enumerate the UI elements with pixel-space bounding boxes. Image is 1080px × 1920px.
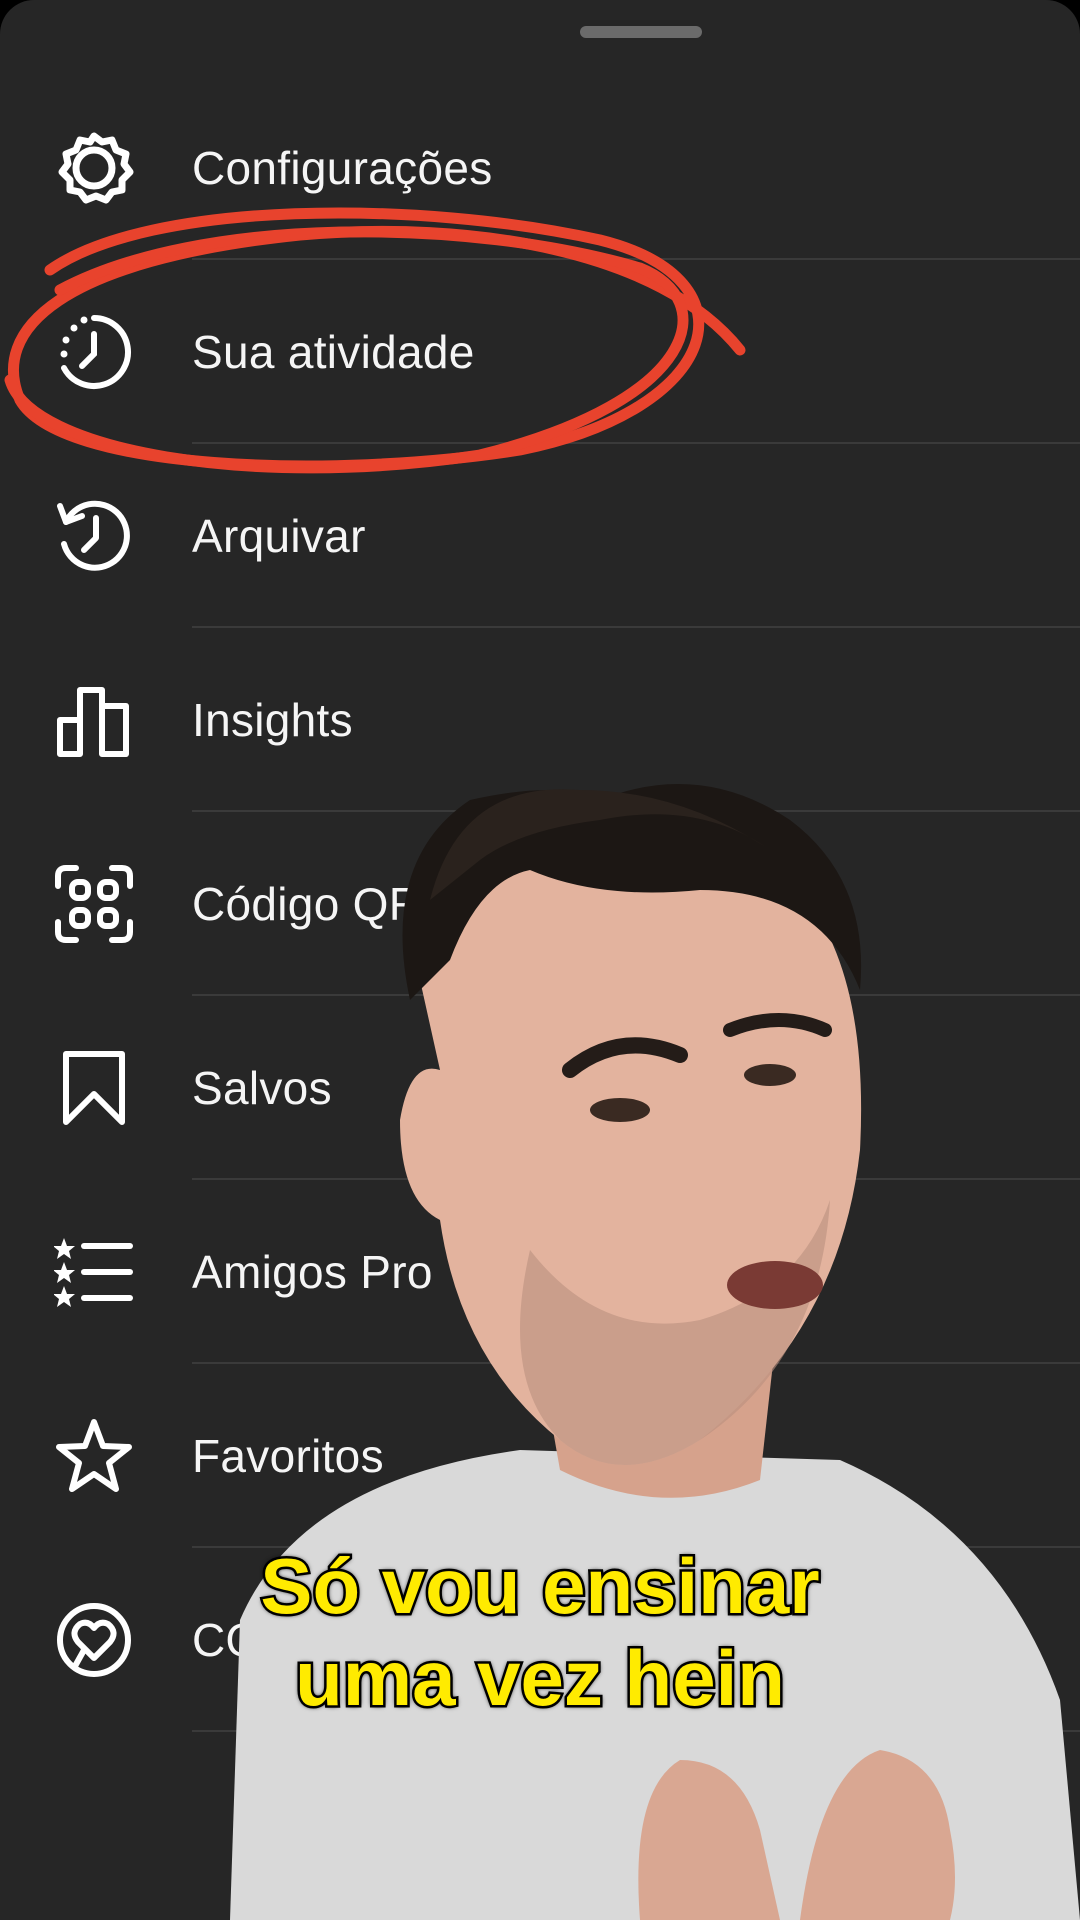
caption-line-1: Só vou ensinar: [258, 1540, 822, 1633]
menu-item-label: Sua atividade: [192, 326, 475, 378]
drag-handle[interactable]: [580, 26, 702, 38]
menu-item-label: Configurações: [192, 142, 493, 194]
video-caption: Só vou ensinar uma vez hein: [0, 1540, 1080, 1725]
menu-item-label: Amigos Pro: [192, 1246, 433, 1298]
close-friends-list-icon: [54, 1232, 134, 1312]
qr-code-icon: [54, 864, 134, 944]
gear-icon: [54, 128, 134, 208]
archive-history-icon: [54, 496, 134, 576]
caption-line-2: uma vez hein: [293, 1632, 788, 1725]
menu-item-settings[interactable]: Configurações: [0, 76, 1080, 260]
menu-item-label: Insights: [192, 694, 353, 746]
star-icon: [54, 1416, 134, 1496]
menu-item-close-friends[interactable]: Amigos Pro: [0, 1180, 1080, 1364]
activity-clock-icon: [54, 312, 134, 392]
divider: [192, 1730, 1080, 1732]
menu-item-favorites[interactable]: Favoritos: [0, 1364, 1080, 1548]
menu-item-your-activity[interactable]: Sua atividade: [0, 260, 1080, 444]
bookmark-icon: [54, 1048, 134, 1128]
menu-item-label: Código QR: [192, 878, 423, 930]
menu-item-insights[interactable]: Insights: [0, 628, 1080, 812]
menu-item-saved[interactable]: Salvos: [0, 996, 1080, 1180]
menu-item-label: Salvos: [192, 1062, 332, 1114]
menu-item-qr-code[interactable]: Código QR: [0, 812, 1080, 996]
menu-item-label: Favoritos: [192, 1430, 384, 1482]
menu-item-label: Arquivar: [192, 510, 366, 562]
menu-item-archive[interactable]: Arquivar: [0, 444, 1080, 628]
bar-chart-icon: [54, 680, 134, 760]
